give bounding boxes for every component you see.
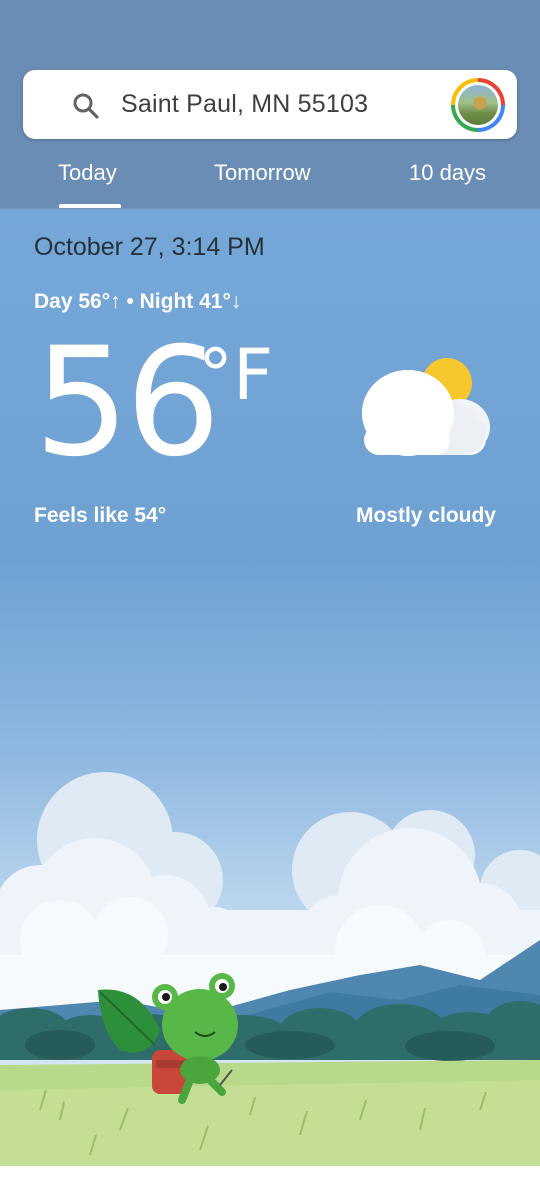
date-time: October 27, 3:14 PM [34,233,265,261]
tab-10-days[interactable]: 10 days [409,160,486,186]
weather-condition: Mostly cloudy [355,504,496,527]
avatar-ring [455,82,501,128]
feels-like: Feels like 54° [34,504,167,527]
search-bar[interactable]: Saint Paul, MN 55103 [23,70,517,139]
temperature-unit: °F [198,334,274,416]
partly-cloudy-icon [358,355,493,460]
avatar[interactable] [451,78,505,132]
search-location-text[interactable]: Saint Paul, MN 55103 [121,90,368,119]
header: Saint Paul, MN 55103 Today Tomorrow 10 d… [0,0,540,208]
search-icon[interactable] [71,91,101,121]
tab-tomorrow[interactable]: Tomorrow [214,160,311,186]
day-night-high-low: Day 56°↑ • Night 41°↓ [34,290,242,313]
current-temperature: 56 [34,316,221,490]
avatar-photo [458,85,498,125]
weather-screen: Saint Paul, MN 55103 Today Tomorrow 10 d… [0,0,540,1200]
landscape-illustration [0,760,540,1170]
tab-today[interactable]: Today [58,160,117,186]
bottom-bar [0,1166,540,1200]
selected-tab-indicator [59,204,121,208]
